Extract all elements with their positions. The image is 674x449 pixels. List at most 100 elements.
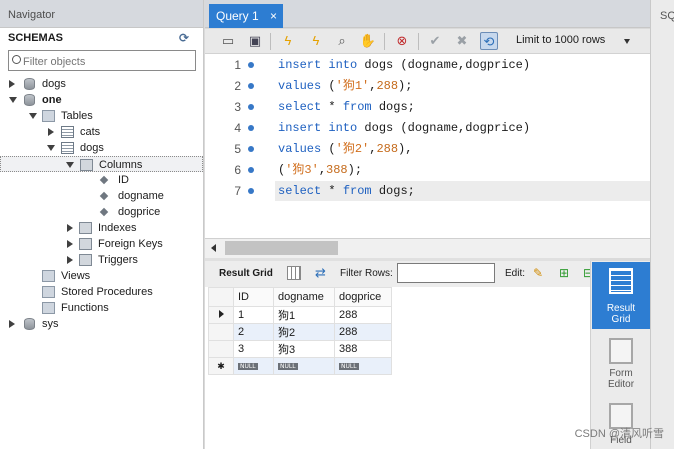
scroll-left-icon[interactable] [211, 244, 216, 252]
filter-objects-input[interactable] [9, 51, 195, 70]
cell-id[interactable]: NULL [233, 357, 274, 375]
close-icon[interactable]: × [270, 9, 277, 23]
tree-node-column-dogprice[interactable]: dogprice [0, 204, 203, 220]
scrollbar-thumb[interactable] [225, 241, 338, 255]
open-file-icon[interactable]: ▭ [219, 32, 237, 50]
cell-dogprice[interactable]: 388 [334, 340, 392, 358]
line-gutter: 1 2 3 4 5 6 7 [205, 54, 271, 238]
cell-dogprice[interactable]: 288 [334, 323, 392, 341]
cell-dogname[interactable]: 狗1 [273, 306, 335, 324]
code-token: dogs; [378, 100, 415, 114]
code-token: dogs (dogname,dogprice) [364, 58, 531, 72]
autocommit-icon[interactable]: ⟲ [480, 32, 498, 50]
collapse-arrow-icon[interactable] [29, 113, 37, 119]
expand-arrow-icon[interactable] [9, 80, 15, 88]
filter-rows-input[interactable] [397, 263, 495, 283]
tree-node-columns[interactable]: Columns [0, 156, 203, 172]
code-line[interactable]: ('狗3',388); [278, 160, 362, 180]
code-line[interactable]: values ('狗2',288), [278, 139, 412, 159]
execute-icon[interactable]: ϟ [279, 32, 297, 50]
cell-id[interactable]: 2 [233, 323, 274, 341]
column-header-id[interactable]: ID [233, 287, 274, 307]
code-line[interactable]: insert into dogs (dogname,dogprice) [278, 55, 530, 75]
rollback-icon[interactable]: ✖ [453, 32, 471, 50]
table-row[interactable]: 2 狗2 288 [208, 323, 392, 341]
tree-node-dogs[interactable]: dogs [0, 140, 203, 156]
table-row[interactable]: 1 狗1 288 [208, 306, 392, 324]
toggle-error-icon[interactable]: ⊗ [393, 32, 411, 50]
code-line[interactable]: insert into dogs (dogname,dogprice) [278, 118, 530, 138]
statement-marker-icon[interactable] [248, 62, 254, 68]
refresh-icon[interactable]: ⇄ [315, 266, 329, 280]
statement-marker-icon[interactable] [248, 188, 254, 194]
stop-icon[interactable]: ✋ [359, 32, 377, 50]
result-grid-button[interactable]: Result Grid [592, 262, 650, 329]
tree-node-triggers[interactable]: Triggers [0, 252, 203, 268]
tree-node-indexes[interactable]: Indexes [0, 220, 203, 236]
tree-node-column-dogname[interactable]: dogname [0, 188, 203, 204]
collapse-arrow-icon[interactable] [47, 145, 55, 151]
tree-node-sys-schema[interactable]: sys [0, 316, 203, 332]
expand-arrow-icon[interactable] [67, 224, 73, 232]
cell-dogprice[interactable]: NULL [334, 357, 392, 375]
statement-marker-icon[interactable] [248, 83, 254, 89]
tree-node-one-schema[interactable]: one [0, 92, 203, 108]
delete-row-icon[interactable]: ⊟ [583, 266, 590, 280]
tree-node-column-id[interactable]: ID [0, 172, 203, 188]
filter-objects-field[interactable] [8, 50, 196, 71]
expand-arrow-icon[interactable] [48, 128, 54, 136]
collapse-arrow-icon[interactable] [9, 97, 17, 103]
column-header-dogname[interactable]: dogname [273, 287, 335, 307]
cell-dogprice[interactable]: 288 [334, 306, 392, 324]
line-number: 2 [234, 79, 241, 93]
new-row[interactable]: ✱ NULL NULL NULL [208, 357, 392, 375]
save-icon[interactable]: ▣ [246, 32, 264, 50]
grid-layout-icon[interactable] [287, 266, 301, 280]
code-line[interactable]: select * from dogs; [275, 181, 650, 201]
commit-icon[interactable]: ✔ [426, 32, 444, 50]
tree-node-dogs-schema[interactable]: dogs [0, 76, 203, 92]
tree-node-stored-procedures[interactable]: Stored Procedures [0, 284, 203, 300]
cell-dogname[interactable]: 狗3 [273, 340, 335, 358]
row-header[interactable]: ✱ [208, 357, 234, 375]
collapse-arrow-icon[interactable] [66, 162, 74, 168]
cell-dogname[interactable]: 狗2 [273, 323, 335, 341]
tree-node-tables[interactable]: Tables [0, 108, 203, 124]
code-line[interactable]: values ('狗1',288); [278, 76, 412, 96]
row-header[interactable] [208, 306, 234, 324]
new-row-icon: ✱ [217, 361, 225, 371]
table-row[interactable]: 3 狗3 388 [208, 340, 392, 358]
limit-rows-select[interactable]: Limit to 1000 rows [511, 32, 635, 51]
column-header-dogprice[interactable]: dogprice [334, 287, 392, 307]
cell-id[interactable]: 3 [233, 340, 274, 358]
result-grid[interactable]: ID dogname dogprice 1 狗1 288 2 狗2 288 3 … [205, 287, 590, 449]
cell-id[interactable]: 1 [233, 306, 274, 324]
result-grid-label-2: Grid [611, 314, 631, 325]
tree-node-foreign-keys[interactable]: Foreign Keys [0, 236, 203, 252]
schemas-label: SCHEMAS [8, 32, 64, 44]
statement-marker-icon[interactable] [248, 167, 254, 173]
statement-marker-icon[interactable] [248, 146, 254, 152]
edit-row-icon[interactable]: ✎ [533, 266, 547, 280]
statement-marker-icon[interactable] [248, 104, 254, 110]
add-row-icon[interactable]: ⊞ [559, 266, 573, 280]
tree-node-functions[interactable]: Functions [0, 300, 203, 316]
explain-icon[interactable]: ⌕ [333, 32, 351, 50]
tree-node-cats[interactable]: cats [0, 124, 203, 140]
execute-current-icon[interactable]: ϟ [307, 32, 325, 50]
refresh-icon[interactable]: ⟳ [177, 31, 191, 45]
tab-query-1[interactable]: Query 1 × [209, 4, 283, 28]
editor-horizontal-scrollbar[interactable] [205, 238, 650, 258]
code-line[interactable]: select * from dogs; [278, 97, 415, 117]
expand-arrow-icon[interactable] [67, 240, 73, 248]
cell-dogname[interactable]: NULL [273, 357, 335, 375]
expand-arrow-icon[interactable] [9, 320, 15, 328]
statement-marker-icon[interactable] [248, 125, 254, 131]
row-header[interactable] [208, 323, 234, 341]
code-token: '狗2' [335, 142, 370, 156]
form-editor-button[interactable]: Form Editor [592, 334, 650, 394]
sql-editor[interactable]: 1 2 3 4 5 6 7 insert into dogs (dogname,dogpri… [205, 54, 650, 238]
row-header[interactable] [208, 340, 234, 358]
tree-node-views[interactable]: Views [0, 268, 203, 284]
expand-arrow-icon[interactable] [67, 256, 73, 264]
